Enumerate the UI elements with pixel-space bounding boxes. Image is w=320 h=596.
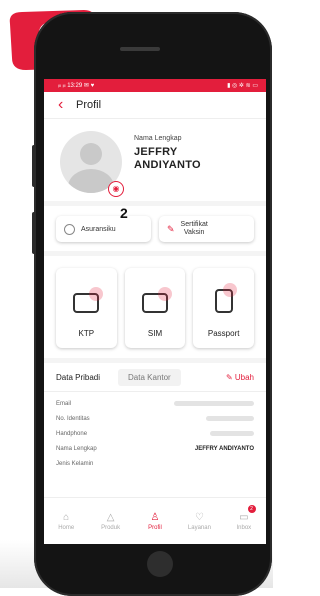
avatar-head <box>80 143 102 165</box>
inbox-badge: 2 <box>247 504 256 513</box>
ktp-card[interactable]: KTP <box>56 268 117 348</box>
pencil-icon: ✎ <box>225 372 233 382</box>
app-screen: ᵢₗₗ ᵢₗₗ 13:29 ✉ ♥ ▮ ◎ ✲ ≋ ▭ ‹ Profil ◉ N… <box>44 79 266 544</box>
asuransiku-label: Asuransiku <box>81 225 116 233</box>
field-label: Jenis Kelamin <box>56 460 94 467</box>
syringe-icon: ✎ <box>167 223 175 234</box>
field-label: Handphone <box>56 430 88 437</box>
field-row: Email <box>56 396 254 411</box>
insurance-icon <box>64 223 75 235</box>
nav-inbox-label: Inbox <box>236 524 252 531</box>
profile-section: ◉ Nama Lengkap JEFFRY ANDIYANTO <box>44 119 266 206</box>
bottom-navigation: ⌂ Home △ Produk ♙ Profil ♡ Layanan ▭ 2 In… <box>44 497 266 544</box>
status-bar: ᵢₗₗ ᵢₗₗ 13:29 ✉ ♥ ▮ ◎ ✲ ≋ ▭ <box>44 79 266 92</box>
vaccine-certificate-button[interactable]: ✎ Sertifikat Vaksin <box>159 216 254 242</box>
back-arrow-icon[interactable]: ‹ <box>58 96 76 114</box>
nav-produk[interactable]: △ Produk <box>88 498 132 544</box>
field-value: JEFFRY ANDIYANTO <box>194 445 254 452</box>
field-row: Handphone <box>56 426 254 441</box>
tab-data-kantor[interactable]: Data Kantor <box>118 368 181 386</box>
tab-data-pribadi[interactable]: Data Pribadi <box>56 373 100 382</box>
ktp-label: KTP <box>78 329 95 338</box>
passport-card[interactable]: Passport <box>193 268 255 348</box>
redacted-value <box>174 401 254 406</box>
page-title: Profil <box>76 99 102 111</box>
profile-icon: ♙ <box>150 511 160 523</box>
nav-produk-label: Produk <box>101 524 121 531</box>
name-label: Nama Lengkap <box>134 135 182 142</box>
full-name-line2: ANDIYANTO <box>134 159 201 171</box>
app-bar: ‹ Profil <box>44 92 266 119</box>
nav-inbox[interactable]: ▭ 2 Inbox <box>222 498 266 544</box>
field-label: No. Identitas <box>56 415 90 422</box>
field-label: Email <box>56 400 72 407</box>
field-row: Nama Lengkap JEFFRY ANDIYANTO <box>56 441 254 456</box>
redacted-value <box>206 416 254 421</box>
quick-actions: Asuransiku ✎ Sertifikat Vaksin <box>44 206 266 256</box>
service-icon: ♡ <box>194 511 204 523</box>
personal-data-list: Email No. Identitas Handphone Nama Lengk… <box>44 392 266 471</box>
redacted-value <box>210 431 254 436</box>
passport-label: Passport <box>207 329 240 338</box>
field-row: No. Identitas <box>56 411 254 426</box>
nav-layanan-label: Layanan <box>187 524 211 531</box>
home-icon: ⌂ <box>63 511 70 523</box>
edit-button[interactable]: ✎ Ubah <box>226 373 254 382</box>
sim-label: SIM <box>147 329 163 338</box>
volume-button <box>32 145 36 187</box>
nav-layanan[interactable]: ♡ Layanan <box>177 498 221 544</box>
document-cards: KTP SIM Passport <box>44 256 266 363</box>
nav-profil-label: Profil <box>148 524 162 531</box>
vaccine-certificate-label: Sertifikat Vaksin <box>180 221 208 236</box>
inbox-icon: ▭ 2 <box>239 504 256 523</box>
speaker <box>120 47 160 51</box>
status-right: ▮ ◎ ✲ ≋ ▭ <box>227 83 258 89</box>
full-name: JEFFRY ANDIYANTO <box>134 146 201 172</box>
nav-home-label: Home <box>58 524 75 531</box>
annotation-label: 2 <box>120 205 128 221</box>
edit-label: Ubah <box>234 372 254 382</box>
field-row: Jenis Kelamin <box>56 456 254 471</box>
passport-icon <box>214 283 237 313</box>
driver-license-icon <box>142 287 172 313</box>
volume-button-lower <box>32 212 36 254</box>
full-name-line1: JEFFRY <box>134 146 178 158</box>
camera-icon[interactable]: ◉ <box>108 181 124 197</box>
nav-home[interactable]: ⌂ Home <box>44 498 88 544</box>
asuransiku-button[interactable]: Asuransiku <box>56 216 151 242</box>
product-icon: △ <box>106 511 115 523</box>
id-card-icon <box>73 287 104 313</box>
data-tabs: Data Pribadi Data Kantor ✎ Ubah <box>44 363 266 392</box>
field-label: Nama Lengkap <box>56 445 97 452</box>
sim-card[interactable]: SIM <box>124 268 186 348</box>
nav-profil[interactable]: ♙ Profil <box>133 498 177 544</box>
status-left: ᵢₗₗ ᵢₗₗ 13:29 ✉ ♥ <box>58 83 95 89</box>
phone-home-button <box>147 551 173 577</box>
